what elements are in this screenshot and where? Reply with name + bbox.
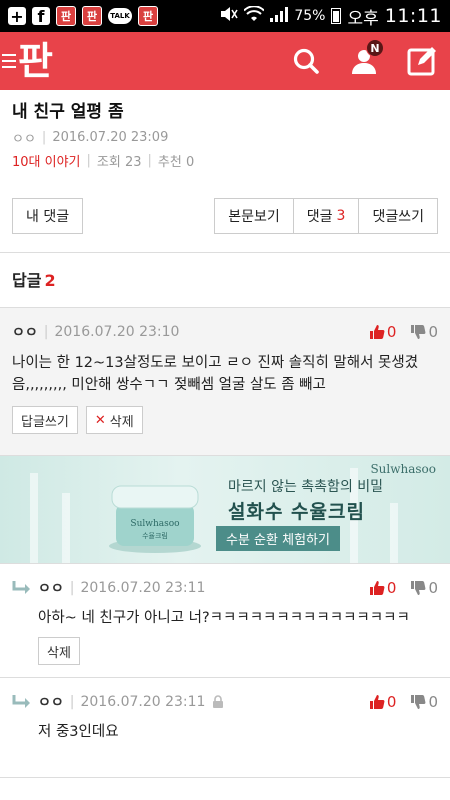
lock-icon xyxy=(213,695,224,708)
compose-icon xyxy=(407,47,436,76)
replies-label: 답글 xyxy=(12,271,42,290)
comment-tab-group: 본문보기 댓글 3 댓글쓰기 xyxy=(214,198,438,234)
signal-icon xyxy=(270,6,289,26)
ad-tagline: 마르지 않는 촉촉함의 비밀 xyxy=(228,479,384,495)
app-header: 판 N xyxy=(0,32,450,90)
reply-arrow-icon xyxy=(12,581,30,594)
ad-product-name: 설화수 수율크림 xyxy=(228,501,365,523)
divider: | xyxy=(147,153,152,168)
divider: | xyxy=(69,580,75,596)
post-views: 조회 23 xyxy=(96,155,142,170)
plus-notification-icon: + xyxy=(8,7,26,26)
upvote-button[interactable]: 0 xyxy=(369,323,397,341)
comments-tab[interactable]: 댓글 3 xyxy=(293,198,360,234)
menu-icon[interactable] xyxy=(2,54,16,68)
comment-author[interactable]: ㅇㅇ xyxy=(12,322,38,342)
reply-body: 저 중3인데요 xyxy=(38,724,119,740)
search-icon xyxy=(293,48,319,74)
thumbs-up-icon xyxy=(369,581,385,595)
post-author[interactable]: ㅇㅇ xyxy=(12,128,36,147)
jar-brand: Sulwhasoo xyxy=(130,519,179,529)
status-bar: + f 판 판 TALK 판 75% 오후 11:11 xyxy=(0,0,450,32)
downvote-button[interactable]: 0 xyxy=(410,579,438,597)
clock: 11:11 xyxy=(384,5,442,27)
my-comments-button[interactable]: 내 댓글 xyxy=(12,198,84,234)
comment-datetime: 2016.07.20 23:10 xyxy=(54,324,180,340)
reply-datetime: 2016.07.20 23:11 xyxy=(80,694,206,710)
notification-badge: N xyxy=(366,39,384,57)
facebook-icon: f xyxy=(32,7,50,26)
pann-app-icon-3: 판 xyxy=(138,6,158,26)
upvote-button[interactable]: 0 xyxy=(369,579,397,597)
wifi-icon xyxy=(243,5,266,26)
upvote-count: 0 xyxy=(386,579,397,597)
thumbs-down-icon xyxy=(411,581,426,595)
comment-body-line-2: 음,,,,,,,,, 미안해 쌍수ㄱㄱ 젖빼셈 얼굴 살도 좀 빼고 xyxy=(12,377,326,393)
post-category[interactable]: 10대 이야기 xyxy=(12,151,81,170)
comment-body: 나이는 한 12~13살정도로 보이고 ㄹㅇ 진짜 솔직히 말해서 못생겼 음,… xyxy=(12,352,438,396)
downvote-button[interactable]: 0 xyxy=(410,693,438,711)
ad-cta-button[interactable]: 수분 순환 체험하기 xyxy=(216,526,340,551)
post-recommend: 추천 0 xyxy=(157,155,195,170)
downvote-count: 0 xyxy=(428,323,438,341)
reply-datetime: 2016.07.20 23:11 xyxy=(80,580,206,596)
view-post-button[interactable]: 본문보기 xyxy=(214,198,294,234)
reply-author[interactable]: ㅇㅇ xyxy=(38,692,64,712)
mute-icon xyxy=(220,6,239,26)
reply-author[interactable]: ㅇㅇ xyxy=(38,578,64,598)
downvote-count: 0 xyxy=(428,693,438,711)
divider: | xyxy=(43,324,49,340)
comment-body-line-1: 나이는 한 12~13살정도로 보이고 ㄹㅇ 진짜 솔직히 말해서 못생겼 xyxy=(12,355,419,371)
delete-button[interactable]: 삭제 xyxy=(38,637,80,665)
thumbs-up-icon xyxy=(369,325,385,339)
write-comment-button[interactable]: 댓글쓰기 xyxy=(359,198,438,234)
reply-body: 아하~ 네 친구가 아니고 너?ㅋㅋㅋㅋㅋㅋㅋㅋㅋㅋㅋㅋㅋㅋㅋ xyxy=(38,610,410,626)
battery-percent: 75% xyxy=(294,8,326,24)
reply-item: ㅇㅇ | 2016.07.20 23:11 0 0 저 중3인데요 xyxy=(0,677,450,777)
comment-toolbar: 내 댓글 본문보기 댓글 3 댓글쓰기 xyxy=(0,198,450,234)
ad-banner[interactable]: Sulwhasoo 수율크림 Sulwhasoo 마르지 않는 촉촉함의 비밀 … xyxy=(0,455,450,563)
replies-heading: 답글 2 xyxy=(0,253,450,291)
ad-decoration xyxy=(390,503,398,563)
battery-icon xyxy=(331,8,342,24)
thumbs-up-icon xyxy=(369,695,385,709)
delete-button[interactable]: ✕ 삭제 xyxy=(85,406,143,434)
close-icon: ✕ xyxy=(94,412,106,428)
ad-brand: Sulwhasoo xyxy=(370,462,436,476)
divider: | xyxy=(86,153,91,168)
divider: | xyxy=(41,130,47,145)
pann-app-icon: 판 xyxy=(56,6,76,26)
search-button[interactable] xyxy=(288,43,324,79)
ad-decoration xyxy=(30,473,38,563)
ad-decoration xyxy=(62,493,70,563)
reply-item: ㅇㅇ | 2016.07.20 23:11 0 0 아하~ 네 친구가 아니고 … xyxy=(0,563,450,677)
upvote-count: 0 xyxy=(386,693,397,711)
comments-count: 3 xyxy=(336,208,346,224)
downvote-count: 0 xyxy=(428,579,438,597)
upvote-count: 0 xyxy=(386,323,397,341)
profile-button[interactable]: N xyxy=(346,39,384,79)
reply-button[interactable]: 답글쓰기 xyxy=(12,406,78,434)
post-title: 내 친구 얼평 좀 xyxy=(12,102,124,122)
replies-count: 2 xyxy=(44,271,56,290)
product-jar-image: Sulwhasoo 수율크림 xyxy=(109,485,201,553)
pann-app-icon-2: 판 xyxy=(82,6,102,26)
comment-item: ㅇㅇ | 2016.07.20 23:10 0 0 나이는 한 12~13살정도… xyxy=(0,307,450,455)
kakaotalk-icon: TALK xyxy=(108,8,132,24)
delete-label: 삭제 xyxy=(109,414,134,430)
divider: | xyxy=(69,694,75,710)
ampm: 오후 xyxy=(347,8,379,29)
comments-tab-label: 댓글 xyxy=(306,209,333,225)
post-datetime: 2016.07.20 23:09 xyxy=(52,130,169,145)
upvote-button[interactable]: 0 xyxy=(369,693,397,711)
jar-sub: 수율크림 xyxy=(142,532,168,540)
write-button[interactable] xyxy=(404,43,440,79)
downvote-button[interactable]: 0 xyxy=(410,323,438,341)
post-header: 내 친구 얼평 좀 ㅇㅇ | 2016.07.20 23:09 10대 이야기 … xyxy=(0,90,450,170)
pann-logo[interactable]: 판 xyxy=(18,42,53,80)
thumbs-down-icon xyxy=(411,325,426,339)
thumbs-down-icon xyxy=(411,695,426,709)
reply-arrow-icon xyxy=(12,695,30,708)
bottom-strip xyxy=(0,777,450,800)
